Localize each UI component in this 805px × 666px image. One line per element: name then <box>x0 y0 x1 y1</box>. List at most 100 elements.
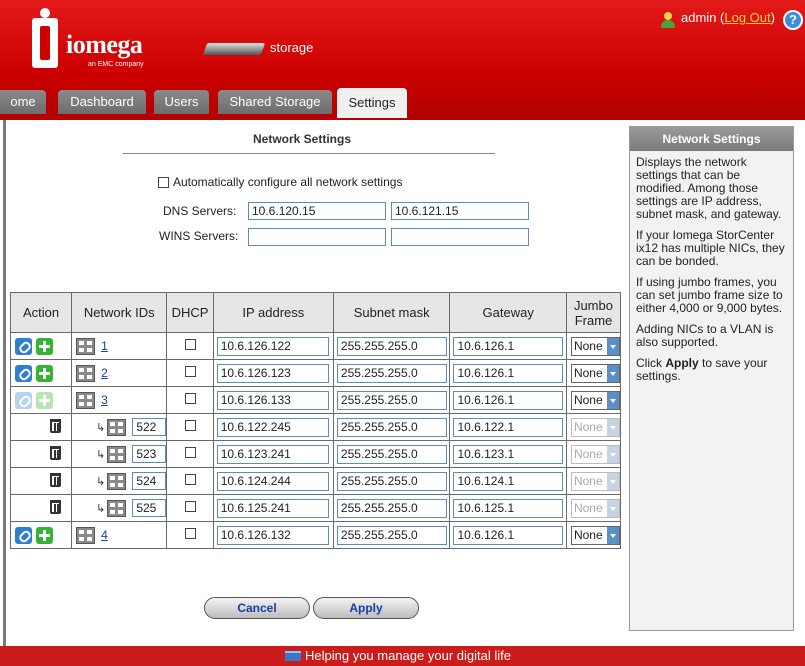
gateway-input[interactable]: 10.6.126.1 <box>453 363 564 383</box>
logout-link[interactable]: Log Out <box>724 10 770 25</box>
subnet-input[interactable]: 255.255.255.0 <box>336 525 447 545</box>
gateway-input[interactable]: 10.6.123.1 <box>453 444 564 464</box>
wins-server-2-input[interactable] <box>391 228 529 246</box>
cancel-button[interactable]: Cancel <box>204 597 310 619</box>
dhcp-cell <box>166 332 214 360</box>
jumbo-select[interactable]: None <box>570 390 620 410</box>
dns-server-1-input[interactable]: 10.6.120.15 <box>248 202 386 220</box>
gateway-input[interactable]: 10.6.124.1 <box>453 471 564 491</box>
subnet-input[interactable]: 255.255.255.0 <box>336 336 447 356</box>
gateway-input[interactable]: 10.6.126.1 <box>453 336 564 356</box>
subnet-input[interactable]: 255.255.255.0 <box>336 390 447 410</box>
gateway-input[interactable]: 10.6.122.1 <box>453 417 564 437</box>
network-id-cell: ↳ 524 <box>71 467 168 495</box>
vlan-id-input[interactable]: 523 <box>132 445 167 463</box>
dhcp-cell <box>166 521 214 549</box>
book-icon <box>285 651 301 661</box>
dhcp-checkbox[interactable] <box>184 474 196 485</box>
link-icon[interactable] <box>15 364 32 382</box>
auto-config-checkbox[interactable] <box>158 176 169 188</box>
jumbo-cell: None <box>565 467 622 495</box>
subnet-input[interactable]: 255.255.255.0 <box>336 363 447 383</box>
storage-device-icon <box>202 43 266 55</box>
action-cell <box>9 386 73 414</box>
help-paragraph: If using jumbo frames, you can set jumbo… <box>636 275 783 315</box>
sub-arrow-icon: ↳ <box>96 448 106 461</box>
ip-cell: 10.6.125.241 <box>212 494 334 522</box>
trash-icon[interactable] <box>50 445 61 460</box>
network-id-link[interactable]: 2 <box>101 366 108 380</box>
chevron-down-icon <box>606 445 619 463</box>
ip-input[interactable]: 10.6.126.123 <box>216 363 329 383</box>
jumbo-select: None <box>570 444 620 464</box>
gateway-cell: 10.6.124.1 <box>449 467 567 495</box>
ip-input[interactable]: 10.6.123.241 <box>216 444 329 464</box>
brand-subtitle: an EMC company <box>88 61 144 68</box>
col-network-ids: Network IDs <box>71 292 168 333</box>
network-id-link[interactable]: 1 <box>101 339 108 353</box>
ip-input[interactable]: 10.6.126.122 <box>216 336 329 356</box>
jumbo-select[interactable]: None <box>570 363 620 383</box>
chevron-down-icon <box>606 364 619 382</box>
jumbo-select: None <box>570 417 620 437</box>
subnet-cell: 255.255.255.0 <box>332 359 451 387</box>
link-icon[interactable] <box>15 337 32 355</box>
gateway-input[interactable]: 10.6.125.1 <box>453 498 564 518</box>
ip-input[interactable]: 10.6.124.244 <box>216 471 329 491</box>
ip-input[interactable]: 10.6.122.245 <box>216 417 329 437</box>
trash-icon[interactable] <box>50 499 61 514</box>
subnet-input[interactable]: 255.255.255.0 <box>336 471 447 491</box>
wins-server-1-input[interactable] <box>248 228 386 246</box>
dhcp-checkbox[interactable] <box>184 501 196 512</box>
subnet-input[interactable]: 255.255.255.0 <box>336 444 447 464</box>
dns-server-2-input[interactable]: 10.6.121.15 <box>391 202 529 220</box>
tab-home[interactable]: ome <box>0 90 46 114</box>
ip-input[interactable]: 10.6.126.132 <box>216 525 329 545</box>
add-icon[interactable] <box>36 364 53 382</box>
jumbo-select[interactable]: None <box>570 525 620 545</box>
jumbo-select[interactable]: None <box>570 336 620 356</box>
add-icon[interactable] <box>36 337 53 355</box>
help-paragraph: Click Apply to save your settings. <box>636 357 787 383</box>
jumbo-value: None <box>573 446 603 461</box>
tab-dashboard[interactable]: Dashboard <box>58 90 146 114</box>
add-icon[interactable] <box>36 526 53 544</box>
action-cell <box>9 467 73 495</box>
network-icon <box>107 445 127 463</box>
dhcp-checkbox[interactable] <box>184 393 196 404</box>
gateway-input[interactable]: 10.6.126.1 <box>453 390 564 410</box>
network-id-link[interactable]: 4 <box>101 528 108 542</box>
vlan-id-input[interactable]: 525 <box>132 499 167 517</box>
network-id-cell: ↳ 523 <box>71 440 168 468</box>
apply-button[interactable]: Apply <box>313 597 419 619</box>
jumbo-value: None <box>573 473 603 488</box>
gateway-input[interactable]: 10.6.126.1 <box>453 525 564 545</box>
page-title: Network Settings <box>253 132 352 146</box>
vlan-id-input[interactable]: 524 <box>132 472 167 490</box>
link-icon[interactable] <box>15 526 32 544</box>
action-cell <box>9 521 73 549</box>
help-icon[interactable]: ? <box>783 10 803 30</box>
subnet-cell: 255.255.255.0 <box>332 521 451 549</box>
trash-icon[interactable] <box>50 472 61 487</box>
ip-input[interactable]: 10.6.126.133 <box>216 390 329 410</box>
network-id-link[interactable]: 3 <box>101 393 108 407</box>
dhcp-checkbox[interactable] <box>184 339 196 350</box>
ip-input[interactable]: 10.6.125.241 <box>216 498 329 518</box>
sub-arrow-icon: ↳ <box>96 502 106 515</box>
gateway-cell: 10.6.126.1 <box>449 359 567 387</box>
table-row: 2 10.6.126.123 255.255.255.0 10.6.126.1 … <box>9 359 622 387</box>
tab-users[interactable]: Users <box>154 90 209 114</box>
vlan-id-input[interactable]: 522 <box>132 418 167 436</box>
dhcp-checkbox[interactable] <box>184 447 196 458</box>
help-panel-title: Network Settings <box>630 127 793 151</box>
subnet-input[interactable]: 255.255.255.0 <box>336 417 447 437</box>
trash-icon[interactable] <box>50 418 61 433</box>
dhcp-checkbox[interactable] <box>184 528 196 539</box>
subnet-input[interactable]: 255.255.255.0 <box>336 498 447 518</box>
tab-shared-storage[interactable]: Shared Storage <box>218 90 332 114</box>
dns-label: DNS Servers: <box>163 204 237 218</box>
tab-settings[interactable]: Settings <box>337 88 407 118</box>
dhcp-checkbox[interactable] <box>184 420 196 431</box>
dhcp-checkbox[interactable] <box>184 366 196 377</box>
